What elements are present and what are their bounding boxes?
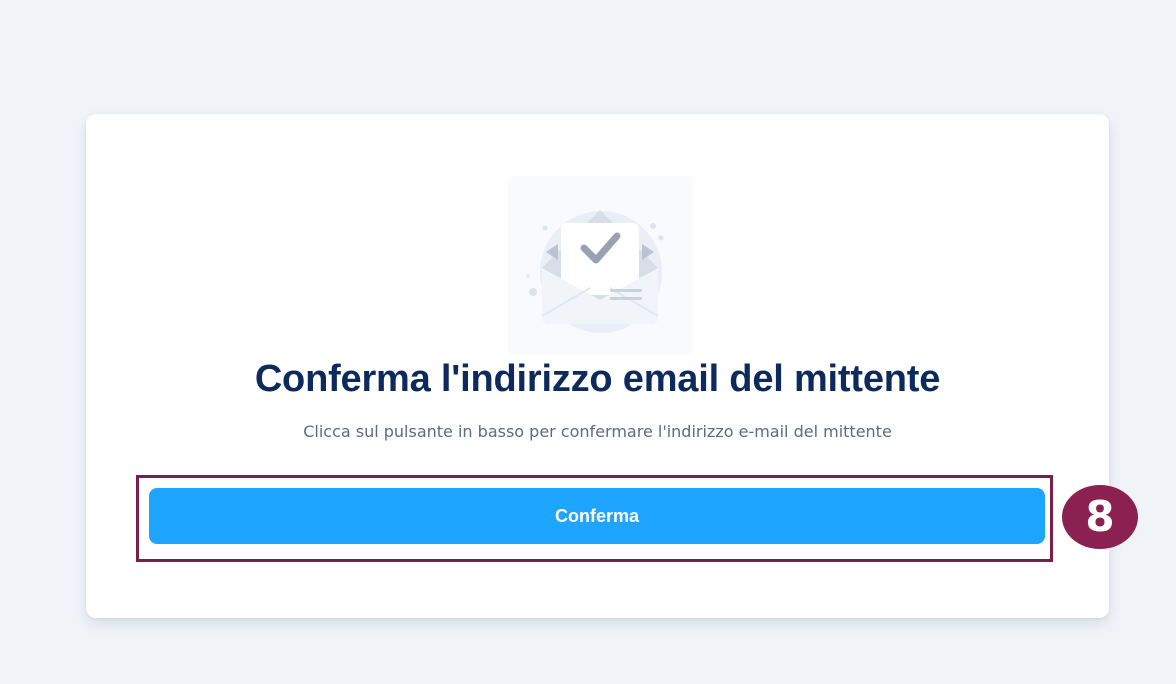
dialog-title: Conferma l'indirizzo email del mittente xyxy=(254,358,941,400)
confirm-sender-card: Conferma l'indirizzo email del mittente … xyxy=(86,114,1109,618)
open-envelope-check-icon xyxy=(508,176,692,354)
dialog-subtitle: Clicca sul pulsante in basso per conferm… xyxy=(303,422,892,441)
confirm-button[interactable]: Conferma xyxy=(149,488,1045,544)
step-number-badge: 8 xyxy=(1062,485,1138,549)
